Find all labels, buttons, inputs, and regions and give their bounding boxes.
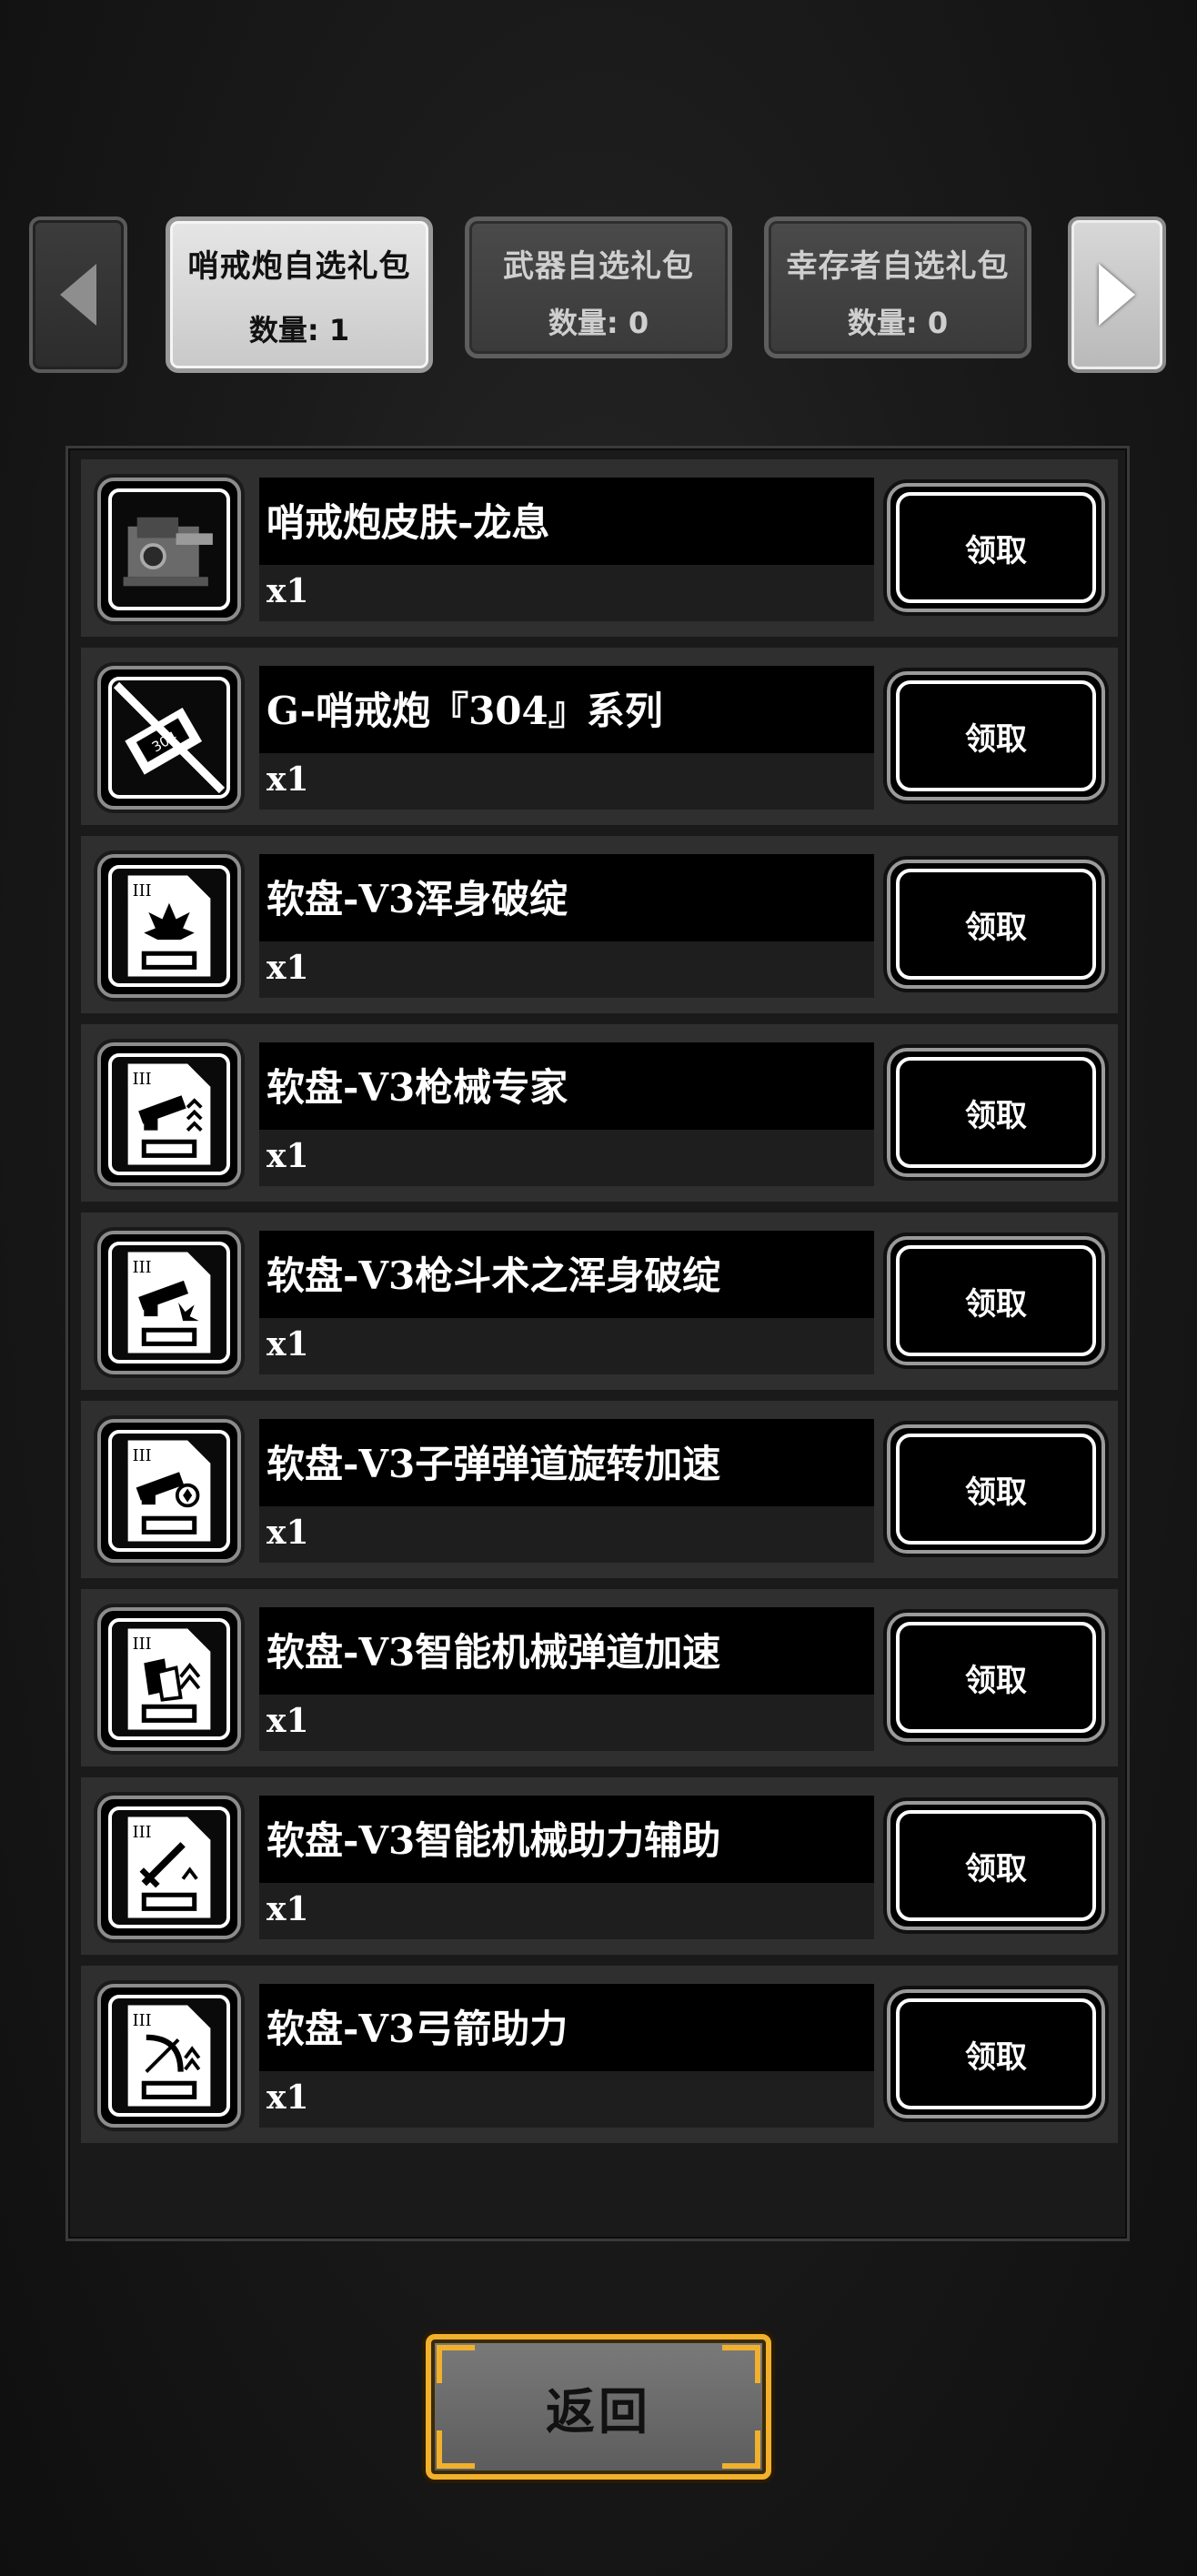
item-name: 软盘-V3枪斗术之浑身破绽 (259, 1231, 874, 1318)
back-button[interactable]: 返回 (426, 2334, 771, 2480)
back-label: 返回 (546, 2382, 651, 2440)
claim-label: 领取 (965, 720, 1027, 758)
chevron-left-icon (60, 264, 96, 326)
claim-button[interactable]: 领取 (887, 1989, 1105, 2118)
tab-count: 数量: 1 (248, 313, 350, 347)
corner-ornament (722, 2345, 760, 2383)
claim-button[interactable]: 领取 (887, 1613, 1105, 1742)
chevron-right-icon (1099, 264, 1135, 326)
item-name: 软盘-V3枪械专家 (259, 1042, 874, 1130)
svg-text:III: III (133, 1259, 152, 1277)
item-quantity: x1 (259, 1318, 874, 1374)
claim-label: 领取 (965, 1850, 1027, 1887)
item-name: 软盘-V3弓箭助力 (259, 1984, 874, 2071)
svg-text:III: III (133, 1071, 152, 1089)
list-item: III 软盘-V3浑身破绽 x1 领取 (81, 836, 1118, 1013)
item-name: 软盘-V3智能机械助力辅助 (259, 1796, 874, 1883)
corner-ornament (437, 2345, 475, 2383)
claim-label: 领取 (965, 1285, 1027, 1323)
claim-button[interactable]: 领取 (887, 1236, 1105, 1365)
item-quantity: x1 (259, 1506, 874, 1563)
turret-skin-icon (97, 478, 241, 621)
tab-count: 数量: 0 (847, 306, 949, 340)
claim-label: 领取 (965, 909, 1027, 946)
list-item: III 软盘-V3智能机械弹道加速 x1 领取 (81, 1589, 1118, 1766)
turret-304-icon: 304 (97, 666, 241, 810)
list-item: III 软盘-V3弓箭助力 x1 领取 (81, 1966, 1118, 2143)
claim-button[interactable]: 领取 (887, 860, 1105, 989)
next-tab-button[interactable] (1068, 216, 1166, 373)
list-item: III 软盘-V3智能机械助力辅助 x1 领取 (81, 1777, 1118, 1955)
reward-list[interactable]: 哨戒炮皮肤-龙息 x1 领取 304 G-哨戒炮『304』系列 x1 领取 II… (65, 446, 1130, 2241)
item-name: 软盘-V3智能机械弹道加速 (259, 1607, 874, 1695)
floppy-bullet-spin-icon: III (97, 1419, 241, 1563)
tab-turret-pack[interactable]: 哨戒炮自选礼包 数量: 1 (166, 216, 433, 373)
claim-button[interactable]: 领取 (887, 483, 1105, 612)
item-name: 哨戒炮皮肤-龙息 (259, 478, 874, 565)
list-item: III 软盘-V3子弹弹道旋转加速 x1 领取 (81, 1401, 1118, 1578)
tab-weapon-pack[interactable]: 武器自选礼包 数量: 0 (465, 216, 732, 358)
item-name: 软盘-V3子弹弹道旋转加速 (259, 1419, 874, 1506)
claim-button[interactable]: 领取 (887, 671, 1105, 800)
claim-label: 领取 (965, 532, 1027, 569)
item-quantity: x1 (259, 1130, 874, 1186)
claim-label: 领取 (965, 1474, 1027, 1511)
item-quantity: x1 (259, 1883, 874, 1939)
svg-text:III: III (133, 1447, 152, 1465)
claim-button[interactable]: 领取 (887, 1424, 1105, 1554)
item-name: 软盘-V3浑身破绽 (259, 854, 874, 941)
floppy-smart-mech-icon: III (97, 1607, 241, 1751)
corner-ornament (437, 2430, 475, 2469)
item-quantity: x1 (259, 753, 874, 810)
claim-label: 领取 (965, 2038, 1027, 2076)
list-item: III 软盘-V3枪斗术之浑身破绽 x1 领取 (81, 1213, 1118, 1390)
svg-text:III: III (133, 2012, 152, 2030)
claim-button[interactable]: 领取 (887, 1048, 1105, 1177)
tab-title: 哨戒炮自选礼包 (187, 248, 411, 285)
svg-text:III: III (133, 1824, 152, 1842)
list-item: III 软盘-V3枪械专家 x1 领取 (81, 1024, 1118, 1202)
claim-button[interactable]: 领取 (887, 1801, 1105, 1930)
svg-text:III: III (133, 882, 152, 901)
corner-ornament (722, 2430, 760, 2469)
prev-tab-button[interactable] (29, 216, 127, 373)
floppy-gunfight-icon: III (97, 1231, 241, 1374)
tab-survivor-pack[interactable]: 幸存者自选礼包 数量: 0 (764, 216, 1031, 358)
tab-title: 武器自选礼包 (503, 248, 694, 285)
item-quantity: x1 (259, 1695, 874, 1751)
tab-title: 幸存者自选礼包 (786, 248, 1010, 285)
item-name: G-哨戒炮『304』系列 (259, 666, 874, 753)
floppy-gun-icon: III (97, 1042, 241, 1186)
floppy-bow-icon: III (97, 1984, 241, 2128)
item-quantity: x1 (259, 941, 874, 998)
list-item: 哨戒炮皮肤-龙息 x1 领取 (81, 459, 1118, 637)
claim-label: 领取 (965, 1097, 1027, 1134)
item-quantity: x1 (259, 2071, 874, 2128)
floppy-burst-icon: III (97, 854, 241, 998)
floppy-sword-icon: III (97, 1796, 241, 1939)
tab-count: 数量: 0 (548, 306, 649, 340)
svg-text:III: III (133, 1635, 152, 1654)
item-quantity: x1 (259, 565, 874, 621)
claim-label: 领取 (965, 1662, 1027, 1699)
list-item: 304 G-哨戒炮『304』系列 x1 领取 (81, 648, 1118, 825)
